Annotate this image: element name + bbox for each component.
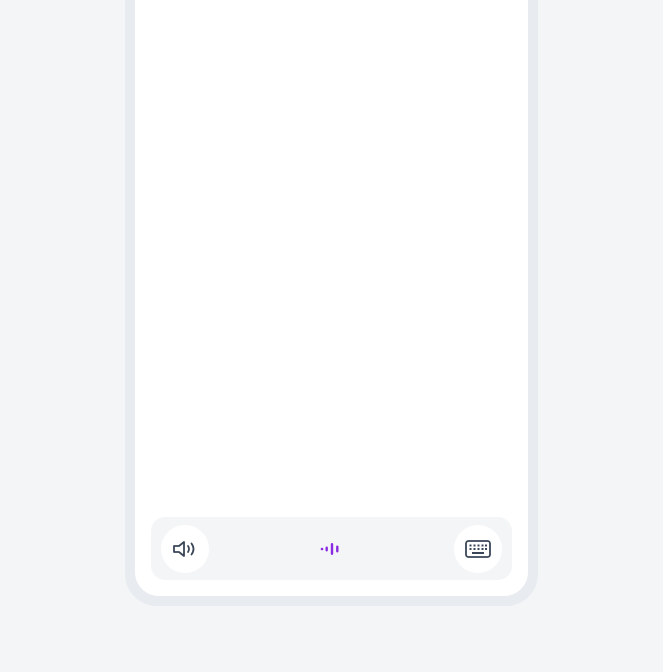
conversation-area	[135, 0, 528, 510]
voice-input-button[interactable]	[308, 525, 356, 573]
phone-screen	[135, 0, 528, 596]
keyboard-icon	[465, 540, 491, 558]
voice-wave-icon	[320, 541, 344, 557]
voice-control-bar	[151, 517, 512, 580]
speaker-button[interactable]	[161, 525, 209, 573]
keyboard-button[interactable]	[454, 525, 502, 573]
phone-frame	[125, 0, 538, 606]
speaker-icon	[172, 539, 198, 559]
